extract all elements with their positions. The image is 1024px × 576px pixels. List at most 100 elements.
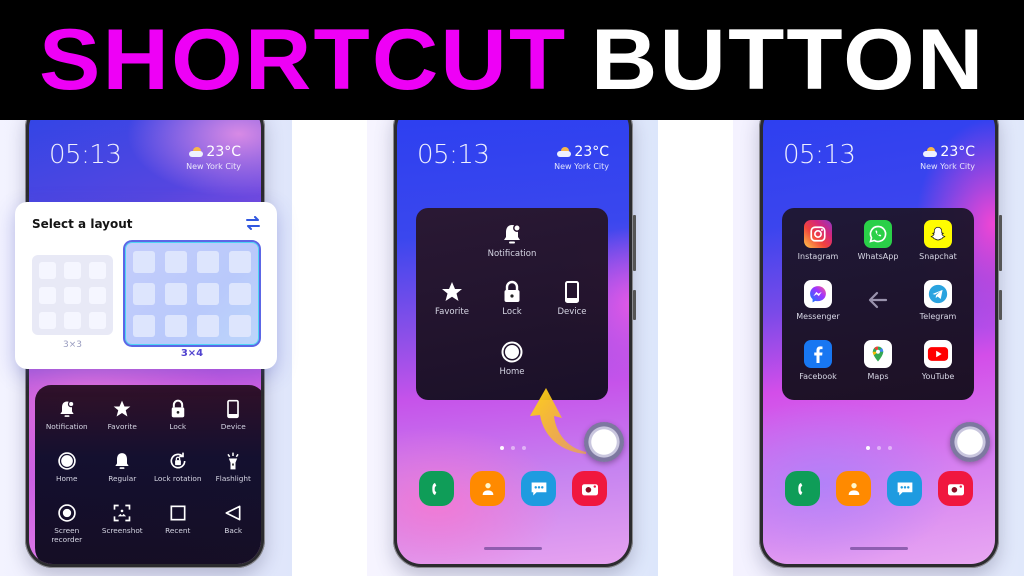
shortcut-label: Regular bbox=[108, 474, 137, 483]
snapchat-icon bbox=[924, 220, 952, 248]
phone-icon bbox=[795, 480, 811, 498]
layout-option-3x3[interactable] bbox=[32, 255, 113, 335]
dock-app-messages[interactable] bbox=[887, 471, 922, 506]
weather-widget: 23°C New York City bbox=[554, 142, 609, 171]
shortcut-home[interactable]: Home bbox=[39, 451, 95, 503]
lockscreen-clock: 05:13 bbox=[417, 140, 490, 170]
shortcut-favorite[interactable]: Favorite bbox=[95, 399, 151, 451]
messenger-icon bbox=[804, 280, 832, 308]
youtube-icon bbox=[924, 340, 952, 368]
app-facebook[interactable]: Facebook bbox=[788, 340, 848, 381]
menu-item-label: Home bbox=[499, 367, 525, 377]
shortcut-back[interactable]: Back bbox=[206, 503, 262, 559]
shortcut-label: Device bbox=[220, 422, 246, 431]
app-shortcut-panel: Instagram WhatsApp Snapchat Messenger Telegr… bbox=[782, 208, 974, 400]
phone-screen: 05:13 ▮ ıll ▮ 05:13 23°C New York City I… bbox=[763, 104, 995, 564]
temperature: 23°C bbox=[206, 144, 241, 160]
messages-icon bbox=[529, 480, 549, 498]
menu-item-favorite[interactable]: Favorite bbox=[422, 280, 482, 318]
notification-bell-icon bbox=[500, 222, 524, 246]
partly-cloudy-icon bbox=[189, 147, 204, 157]
app-label: Snapchat bbox=[919, 252, 957, 261]
layout-option-3x3-label: 3×3 bbox=[63, 340, 82, 350]
shortcut-device[interactable]: Device bbox=[206, 399, 262, 451]
lock-icon bbox=[168, 399, 188, 419]
city-name: New York City bbox=[920, 162, 975, 171]
back-arrow-icon[interactable] bbox=[866, 288, 890, 312]
menu-item-device[interactable]: Device bbox=[542, 280, 602, 318]
device-icon bbox=[223, 399, 243, 419]
home-gesture-bar[interactable] bbox=[484, 547, 542, 550]
app-youtube[interactable]: YouTube bbox=[908, 340, 968, 381]
partly-cloudy-icon bbox=[923, 147, 938, 157]
phone-app-shortcuts: 05:13 ▮ ıll ▮ 05:13 23°C New York City I… bbox=[759, 100, 1002, 568]
phone-shortcut-menu: 05:13 ▮ ıll ▮ 05:13 23°C New York City N… bbox=[393, 100, 636, 568]
dock-app-contacts[interactable] bbox=[470, 471, 505, 506]
app-label: Facebook bbox=[799, 372, 837, 381]
maps-icon bbox=[864, 340, 892, 368]
telegram-icon bbox=[924, 280, 952, 308]
partly-cloudy-icon bbox=[557, 147, 572, 157]
app-whatsapp[interactable]: WhatsApp bbox=[848, 220, 908, 261]
shortcut-label: Lock bbox=[169, 422, 187, 431]
menu-item-label: Favorite bbox=[435, 307, 469, 317]
shortcut-flashlight[interactable]: Flashlight bbox=[206, 451, 262, 503]
app-snapchat[interactable]: Snapchat bbox=[908, 220, 968, 261]
menu-item-lock[interactable]: Lock bbox=[482, 280, 542, 318]
shortcut-notification[interactable]: Notification bbox=[39, 399, 95, 451]
shortcut-screenshot[interactable]: Screenshot bbox=[95, 503, 151, 559]
phone-screen: 05:13 ▮ ıll ▮ 05:13 23°C New York City N… bbox=[397, 104, 629, 564]
thumbnail: SHORTCUTBUTTON 05:13 ▮ ıll ▮ 05:13 23°C … bbox=[0, 0, 1024, 576]
shortcut-label: Favorite bbox=[107, 422, 137, 431]
star-icon bbox=[112, 399, 132, 419]
swap-arrows-icon[interactable] bbox=[245, 216, 261, 230]
app-instagram[interactable]: Instagram bbox=[788, 220, 848, 261]
layout-option-3x4-selected[interactable] bbox=[123, 240, 261, 347]
shortcut-recent[interactable]: Recent bbox=[150, 503, 206, 559]
facebook-icon bbox=[804, 340, 832, 368]
app-messenger[interactable]: Messenger bbox=[788, 280, 848, 321]
dock-app-contacts[interactable] bbox=[836, 471, 871, 506]
camera-icon bbox=[580, 481, 600, 497]
contacts-icon bbox=[480, 480, 496, 498]
menu-item-notification[interactable]: Notification bbox=[482, 222, 542, 260]
instagram-icon bbox=[804, 220, 832, 248]
menu-item-label: Notification bbox=[487, 249, 537, 259]
bell-icon bbox=[112, 451, 132, 471]
messages-icon bbox=[895, 480, 915, 498]
dock-app-camera[interactable] bbox=[938, 471, 973, 506]
menu-item-label: Device bbox=[557, 307, 587, 317]
app-label: Messenger bbox=[796, 312, 840, 321]
dock-app-phone[interactable] bbox=[785, 471, 820, 506]
app-label: YouTube bbox=[921, 372, 955, 381]
menu-item-label: Lock bbox=[502, 307, 522, 317]
home-gesture-bar[interactable] bbox=[850, 547, 908, 550]
dock bbox=[763, 471, 995, 506]
shortcut-label: Lock rotation bbox=[153, 474, 202, 483]
screenshot-icon bbox=[112, 503, 132, 523]
shortcut-label: Back bbox=[224, 526, 243, 535]
weather-widget: 23°C New York City bbox=[920, 142, 975, 171]
shortcut-label: Notification bbox=[45, 422, 88, 431]
shortcut-screen-recorder[interactable]: Screen recorder bbox=[39, 503, 95, 559]
camera-icon bbox=[946, 481, 966, 497]
shortcut-label: Recent bbox=[165, 526, 191, 535]
floating-shortcut-button[interactable] bbox=[584, 422, 624, 462]
dock-app-camera[interactable] bbox=[572, 471, 607, 506]
app-label: Instagram bbox=[797, 252, 839, 261]
app-maps[interactable]: Maps bbox=[848, 340, 908, 381]
layout-option-3x4-label: 3×4 bbox=[180, 348, 204, 359]
city-name: New York City bbox=[186, 162, 241, 171]
dock-app-phone[interactable] bbox=[419, 471, 454, 506]
flashlight-icon bbox=[223, 451, 243, 471]
shortcut-lock-rotation[interactable]: Lock rotation bbox=[150, 451, 206, 503]
shortcut-lock[interactable]: Lock bbox=[150, 399, 206, 451]
lock-icon bbox=[500, 280, 524, 304]
menu-item-home[interactable]: Home bbox=[482, 340, 542, 378]
contacts-icon bbox=[846, 480, 862, 498]
floating-shortcut-button[interactable] bbox=[950, 422, 990, 462]
shortcut-regular[interactable]: Regular bbox=[95, 451, 151, 503]
app-telegram[interactable]: Telegram bbox=[908, 280, 968, 321]
shortcut-label: Screenshot bbox=[101, 526, 143, 535]
dock-app-messages[interactable] bbox=[521, 471, 556, 506]
